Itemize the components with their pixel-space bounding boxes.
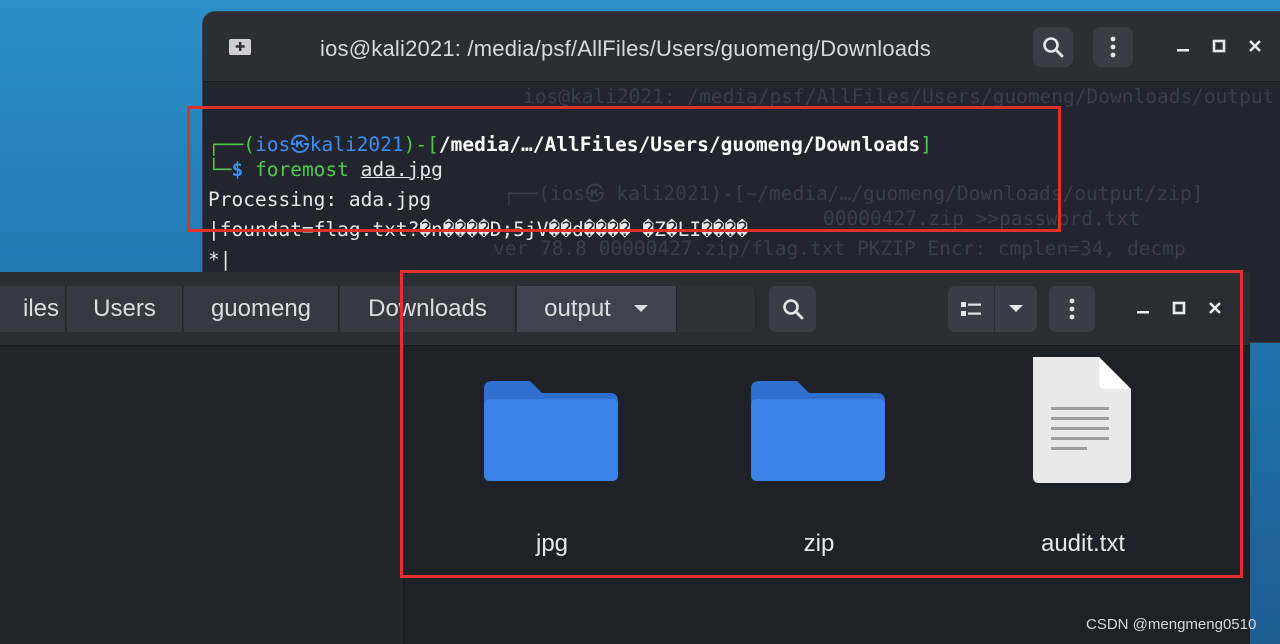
command-argument: ada.jpg xyxy=(360,158,443,181)
breadcrumb-downloads[interactable]: Downloads xyxy=(340,286,516,332)
breadcrumb-allfiles[interactable]: iles xyxy=(0,286,66,332)
output-line-processing: Processing: ada.jpg xyxy=(208,188,432,211)
close-icon xyxy=(1249,40,1261,52)
minimize-icon xyxy=(1177,49,1189,52)
file-item-label: zip xyxy=(803,530,835,557)
close-button[interactable] xyxy=(1205,298,1225,318)
watermark: CSDN @mengmeng0510 xyxy=(1086,616,1257,633)
minimize-button[interactable] xyxy=(1133,298,1153,318)
maximize-icon xyxy=(1212,39,1226,53)
breadcrumb-empty-slot[interactable] xyxy=(678,286,756,332)
breadcrumb-output-label: output xyxy=(544,295,611,322)
terminal-search-button[interactable] xyxy=(1033,27,1073,67)
file-item-label: audit.txt xyxy=(1040,530,1126,557)
prompt-line: ┌──(ios㉿kali2021)-[/media/…/AllFiles/Use… xyxy=(208,128,932,157)
folder-icon xyxy=(484,381,618,481)
file-item-audit-txt[interactable]: audit.txt xyxy=(1003,357,1163,565)
file-item-zip[interactable]: zip xyxy=(739,375,899,565)
prompt-user: ios xyxy=(254,133,291,156)
ghost-command: 00000427.zip >>password.txt xyxy=(823,207,1140,230)
maximize-button[interactable] xyxy=(1209,36,1229,56)
close-icon xyxy=(1209,302,1221,314)
kebab-menu-icon xyxy=(1069,298,1075,320)
new-tab-icon xyxy=(229,39,251,55)
file-grid: jpg zip audit.txt xyxy=(405,347,1250,644)
prompt-corner-top: ┌──( xyxy=(208,133,255,156)
output-line-foundat: |foundat=flag.txt?�n����D;5jV��d����-�Z�… xyxy=(208,218,749,241)
file-item-jpg[interactable]: jpg xyxy=(472,375,632,565)
ghost-prompt: ┌──(ios㉿ kali2021)-[~/media/…/guomeng/Do… xyxy=(503,182,1204,205)
file-item-label: jpg xyxy=(535,530,569,557)
chevron-down-icon xyxy=(633,305,648,312)
chevron-down-icon xyxy=(1009,305,1023,312)
search-icon xyxy=(782,299,803,320)
terminal-title: ios@kali2021: /media/psf/AllFiles/Users/… xyxy=(320,36,931,61)
list-view-icon xyxy=(961,302,981,316)
breadcrumb-guomeng[interactable]: guomeng xyxy=(184,286,339,332)
file-manager-window: iles Users guomeng Downloads output jpg … xyxy=(0,272,1250,644)
folder-icon xyxy=(751,381,885,481)
close-button[interactable] xyxy=(1245,36,1265,56)
minimize-icon xyxy=(1137,311,1149,314)
prompt-host: kali2021 xyxy=(309,133,404,156)
maximize-button[interactable] xyxy=(1169,298,1189,318)
prompt-dollar: $ xyxy=(231,158,244,181)
prompt-end: ] xyxy=(920,133,932,156)
new-tab-button[interactable] xyxy=(220,27,260,67)
breadcrumb-output[interactable]: output xyxy=(517,286,677,332)
command-name: foremost xyxy=(254,158,349,181)
file-manager-headerbar: iles Users guomeng Downloads output xyxy=(0,272,1250,346)
ghost-title: ios@kali2021: /media/psf/AllFiles/Users/… xyxy=(523,85,1275,108)
breadcrumb-users[interactable]: Users xyxy=(67,286,183,332)
prompt-corner-bottom: └─ xyxy=(208,158,232,181)
command-line: └─$ foremost ada.jpg xyxy=(208,158,443,181)
minimize-button[interactable] xyxy=(1173,36,1193,56)
view-mode-button[interactable] xyxy=(948,286,994,332)
maximize-icon xyxy=(1172,301,1186,315)
terminal-menu-button[interactable] xyxy=(1093,27,1133,67)
prompt-mid: )-[ xyxy=(403,133,439,156)
text-file-icon xyxy=(1033,357,1131,483)
terminal-titlebar: ios@kali2021: /media/psf/AllFiles/Users/… xyxy=(203,12,1280,82)
places-sidebar[interactable] xyxy=(0,347,404,644)
output-line-cursor: *| xyxy=(208,248,232,271)
search-icon xyxy=(1043,37,1064,58)
file-manager-menu-button[interactable] xyxy=(1049,286,1095,332)
kebab-menu-icon xyxy=(1110,36,1116,58)
file-search-button[interactable] xyxy=(769,286,816,332)
kali-skull-icon: ㉿ xyxy=(290,133,310,156)
view-options-dropdown[interactable] xyxy=(995,286,1037,332)
prompt-path: /media/…/AllFiles/Users/guomeng/Download… xyxy=(438,133,921,156)
